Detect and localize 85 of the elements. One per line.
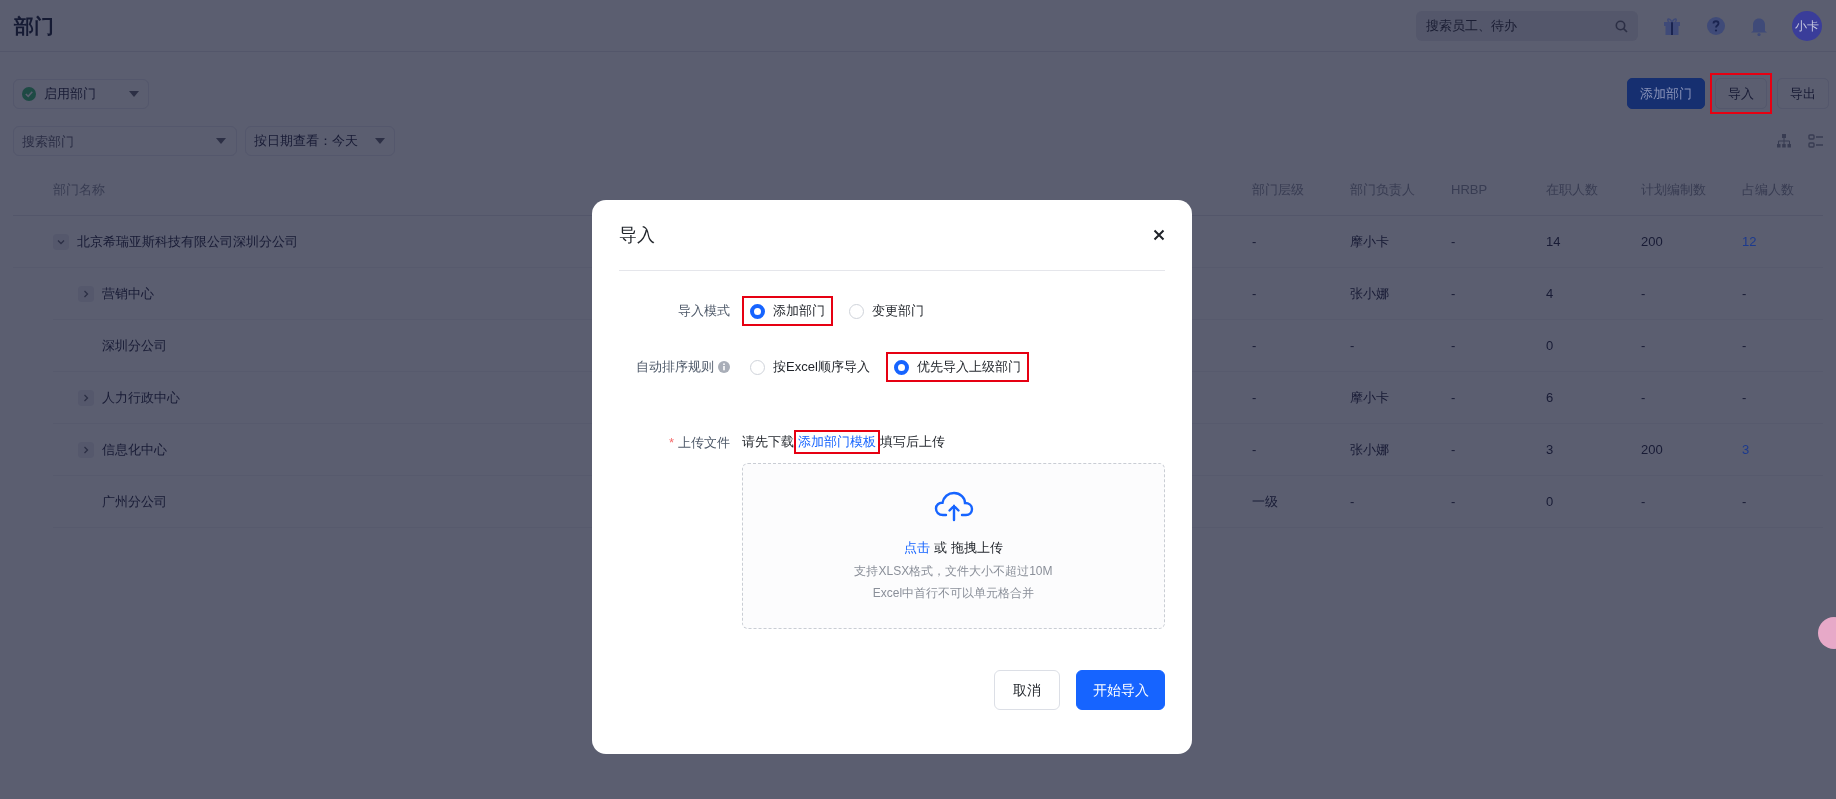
table-cell-text: 6 — [1546, 388, 1555, 407]
table-cell-text: - — [1252, 388, 1258, 407]
table-cell-text: 200 — [1641, 232, 1664, 251]
collapse-icon[interactable] — [53, 233, 69, 250]
table-cell-text: 200 — [1641, 440, 1664, 459]
cloud-upload-icon — [933, 490, 974, 523]
toolbar-button[interactable]: 导入 — [1715, 78, 1767, 109]
table-cell-text: 张小娜 — [1350, 284, 1390, 303]
table-cell-text: - — [1742, 388, 1748, 407]
table-cell-text: - — [1641, 284, 1647, 303]
table-cell-text: 14 — [1546, 232, 1562, 251]
org-chart-icon[interactable] — [1776, 133, 1792, 149]
expand-icon[interactable] — [78, 441, 94, 458]
field-label: 上传文件 — [678, 434, 730, 452]
table-cell-text: - — [1742, 284, 1748, 303]
option-label: 添加部门 — [773, 302, 825, 321]
dialog-button[interactable]: 开始导入 — [1076, 670, 1165, 710]
field-label: 自动排序规则 — [636, 358, 714, 377]
gift-icon[interactable] — [1662, 15, 1682, 36]
count-link[interactable]: 12 — [1742, 231, 1823, 252]
table-cell-text: 3 — [1546, 440, 1555, 459]
hint-text: Excel中首行不可以单元格合并 — [872, 584, 1035, 602]
table-cell-text: - — [1742, 492, 1748, 511]
count-link[interactable]: 3 — [1742, 439, 1823, 460]
table-cell-text: - — [1451, 440, 1457, 459]
table-cell-text: - — [1451, 388, 1457, 407]
dialog-button[interactable]: 取消 — [994, 670, 1060, 710]
caret-icon — [374, 137, 386, 145]
caret-icon — [215, 137, 227, 145]
table-cell-text: - — [1350, 336, 1356, 355]
table-cell-text: 摩小卡 — [1350, 232, 1390, 251]
department-name[interactable]: 信息化中心 — [102, 439, 167, 460]
instruction-text: 填写后上传 — [880, 433, 945, 452]
dialog-title: 导入 — [619, 223, 655, 247]
instruction-text: 请先下载 — [742, 433, 794, 452]
table-cell-text: - — [1451, 336, 1457, 355]
department-name[interactable]: 营销中心 — [102, 283, 154, 304]
toolbar-button[interactable]: 导出 — [1777, 78, 1829, 109]
table-cell-text: - — [1742, 336, 1748, 355]
user-avatar[interactable]: 小卡 — [1792, 10, 1822, 41]
radio-button[interactable] — [893, 359, 909, 375]
list-view-icon[interactable] — [1808, 133, 1824, 149]
expand-icon[interactable] — [78, 389, 94, 406]
field-label: 导入模式 — [678, 302, 730, 321]
table-cell-text: - — [1641, 336, 1647, 355]
table-cell-text: 4 — [1546, 284, 1555, 303]
date-filter[interactable]: 按日期查看：今天 — [245, 126, 395, 156]
help-icon[interactable] — [1706, 15, 1726, 36]
drag-text: 或 拖拽上传 — [934, 539, 1003, 558]
table-cell-text: - — [1252, 284, 1258, 303]
table-cell-text: - — [1350, 492, 1356, 511]
option-label: 变更部门 — [872, 302, 924, 321]
table-cell-text: - — [1252, 336, 1258, 355]
radio-option[interactable]: 按Excel顺序导入 — [742, 352, 878, 382]
table-cell-text: 0 — [1546, 492, 1555, 511]
department-name[interactable]: 人力行政中心 — [102, 387, 180, 408]
table-cell-text: - — [1252, 440, 1258, 459]
caret-icon — [128, 89, 140, 98]
toolbar-button[interactable]: 添加部门 — [1627, 78, 1705, 109]
filter-label: 按日期查看：今天 — [254, 132, 358, 151]
template-link[interactable]: 添加部门模板 — [794, 430, 880, 454]
table-cell-text: - — [1252, 232, 1258, 251]
required-mark: * — [668, 434, 674, 452]
table-cell-text: - — [1641, 492, 1647, 511]
table-cell-text: - — [1451, 232, 1457, 251]
check-circle-icon — [22, 86, 36, 101]
table-cell-text: - — [1451, 284, 1457, 303]
table-cell-text: - — [1641, 388, 1647, 407]
table-cell-text: - — [1451, 492, 1457, 511]
table-cell-text: 张小娜 — [1350, 440, 1390, 459]
search-icon — [1615, 19, 1628, 33]
click-link[interactable]: 点击 — [904, 538, 931, 558]
radio-option[interactable]: 优先导入上级部门 — [885, 352, 1029, 382]
option-label: 按Excel顺序导入 — [773, 358, 870, 377]
radio-option[interactable]: 变更部门 — [841, 296, 932, 326]
upload-dropzone[interactable]: 点击 或 拖拽上传 支持XLSX格式，文件大小不超过10M Excel中首行不可以单元格合并 — [742, 463, 1165, 629]
radio-option[interactable]: 添加部门 — [742, 296, 833, 326]
radio-button[interactable] — [750, 303, 765, 319]
expand-icon[interactable] — [78, 285, 94, 302]
table-cell-text: 0 — [1546, 336, 1555, 355]
page-title: 部门 — [14, 13, 54, 39]
close-icon[interactable] — [1153, 229, 1165, 241]
hint-text: 支持XLSX格式，文件大小不超过10M — [854, 562, 1053, 580]
table-cell-text: 摩小卡 — [1350, 388, 1390, 407]
option-label: 优先导入上级部门 — [916, 358, 1021, 377]
